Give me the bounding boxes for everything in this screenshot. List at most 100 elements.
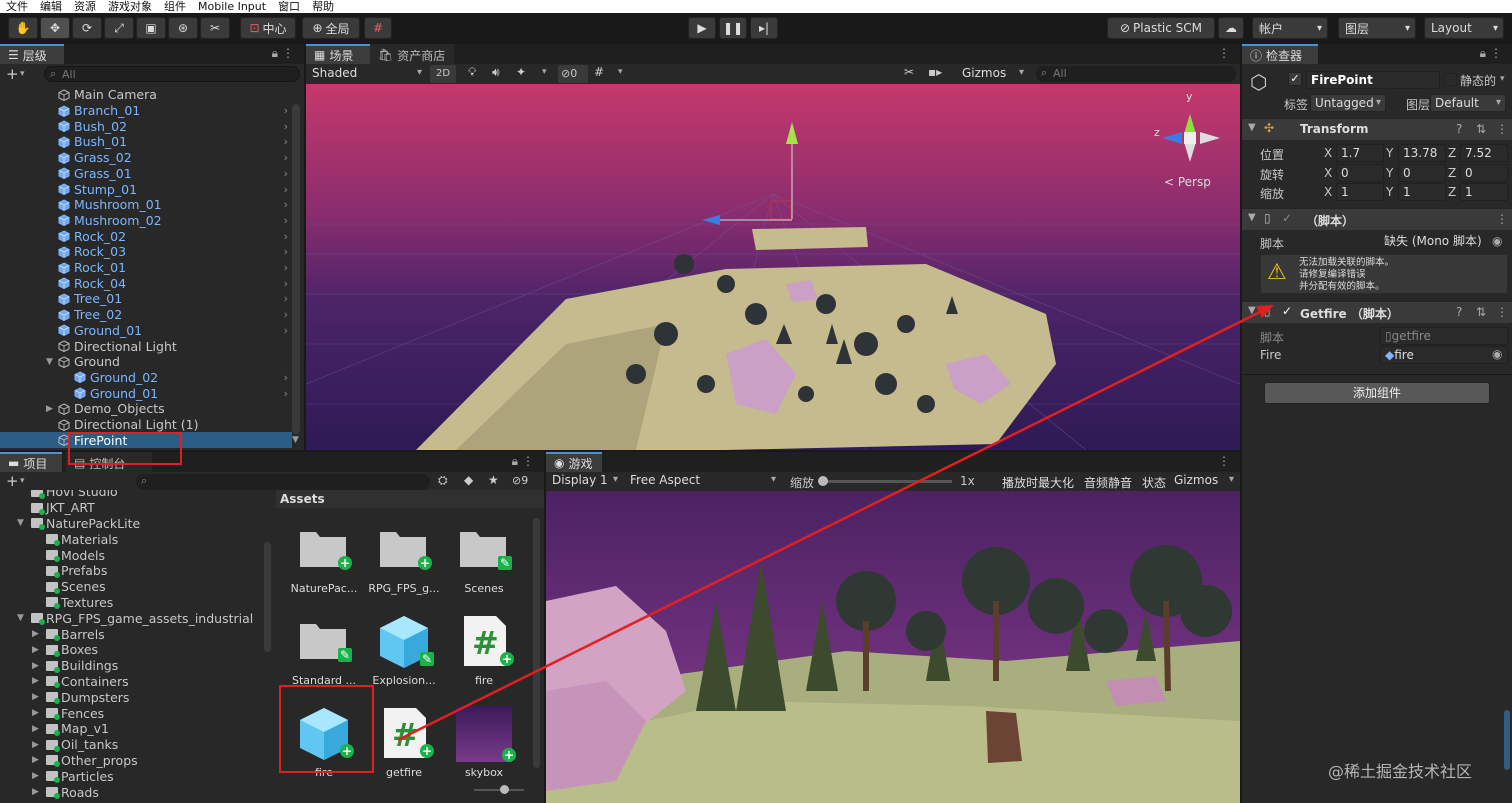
project-folder-item[interactable]: Textures xyxy=(0,595,266,611)
pivot-button[interactable]: ⊡ 中心 xyxy=(240,17,296,39)
tab-project[interactable]: ▬ 项目 xyxy=(0,452,62,472)
project-folder-item[interactable]: Scenes xyxy=(0,579,266,595)
project-folder-item[interactable]: ▶ Oil_tanks xyxy=(0,737,266,753)
hierarchy-item[interactable]: Tree_01 › xyxy=(0,291,292,307)
chevron-right-icon[interactable]: › xyxy=(284,292,288,305)
tab-asset-store[interactable]: 🛍︎ 资产商店 xyxy=(370,44,454,64)
scene-viewport[interactable]: y z < Persp xyxy=(306,84,1240,450)
foldout-open-icon[interactable]: ▼ xyxy=(46,357,53,367)
hierarchy-item[interactable]: Tree_02 › xyxy=(0,307,292,323)
scale-y-field[interactable]: 1 xyxy=(1398,183,1446,201)
more-options-icon[interactable]: ⋮ xyxy=(1496,122,1508,136)
hierarchy-item[interactable]: Ground_01 › xyxy=(0,385,292,401)
assets-scrollbar[interactable] xyxy=(533,518,540,768)
foldout-closed-icon[interactable]: ▶ xyxy=(32,724,39,734)
hierarchy-item[interactable]: Rock_01 › xyxy=(0,260,292,276)
pause-button[interactable]: ❚❚ xyxy=(719,17,747,39)
active-checkbox[interactable]: ✓ xyxy=(1288,72,1302,86)
global-button[interactable]: ⊕ 全局 xyxy=(302,17,360,39)
hierarchy-item[interactable]: Ground_02 › xyxy=(0,370,292,386)
axis-y-label[interactable]: Y xyxy=(1386,166,1393,180)
scroll-down-icon[interactable]: ▼ xyxy=(292,435,299,445)
chevron-right-icon[interactable]: › xyxy=(284,245,288,258)
project-folder-item[interactable]: ▼ RPG_FPS_game_assets_industrial xyxy=(0,610,266,626)
maximize-on-play-toggle[interactable]: 播放时最大化 xyxy=(1002,474,1074,491)
foldout-closed-icon[interactable]: ▶ xyxy=(32,755,39,765)
menu-item[interactable]: 文件 xyxy=(0,0,34,13)
menu-item[interactable]: 编辑 xyxy=(34,0,68,13)
scale-x-field[interactable]: 1 xyxy=(1336,183,1384,201)
chevron-right-icon[interactable]: › xyxy=(284,324,288,337)
more-options-icon[interactable]: ⋮ xyxy=(522,454,534,468)
scale-z-field[interactable]: 1 xyxy=(1460,183,1508,201)
add-component-button[interactable]: 添加组件 xyxy=(1264,382,1490,404)
project-folder-item[interactable]: ▶ Map_v1 xyxy=(0,721,266,737)
lock-icon[interactable]: 🔒︎ xyxy=(272,46,278,61)
foldout-closed-icon[interactable]: ▶ xyxy=(32,740,39,750)
hierarchy-item[interactable]: Bush_01 › xyxy=(0,134,292,150)
project-folder-item[interactable]: ▶ Boxes xyxy=(0,642,266,658)
grid-snap-button[interactable]: # xyxy=(364,17,392,39)
hierarchy-item[interactable]: Ground_01 › xyxy=(0,323,292,339)
enabled-check-icon[interactable]: ✓ xyxy=(1282,211,1292,225)
lock-icon[interactable]: 🔒︎ xyxy=(1480,46,1486,61)
project-folder-item[interactable]: ▶ Particles xyxy=(0,768,266,784)
project-tree-scrollbar[interactable] xyxy=(264,542,271,652)
asset-item[interactable]: ✎ Scenes xyxy=(444,520,524,600)
transform-header[interactable]: ▼ ✣ Transform ? ⇅ ⋮ xyxy=(1242,118,1512,140)
hierarchy-item[interactable]: Main Camera xyxy=(0,87,292,103)
gizmos-dropdown[interactable]: Gizmos xyxy=(958,65,1028,83)
tab-hierarchy[interactable]: ☰ 层级 xyxy=(0,44,64,64)
asset-item[interactable]: ✎ Standard ... xyxy=(284,612,364,692)
project-folder-item[interactable]: ▶ Buildings xyxy=(0,658,266,674)
menu-item[interactable]: Mobile Input xyxy=(192,0,272,13)
project-folder-item[interactable]: ▶ Other_props xyxy=(0,753,266,769)
persp-label[interactable]: < Persp xyxy=(1164,175,1211,189)
filter-label-icon[interactable]: ◆ xyxy=(464,473,473,487)
enabled-check-icon[interactable]: ✓ xyxy=(1282,304,1292,318)
layout-dropdown[interactable]: Layout ▾ xyxy=(1424,17,1504,39)
foldout-closed-icon[interactable]: ▶ xyxy=(32,661,39,671)
cloud-button[interactable]: ☁ xyxy=(1218,17,1244,39)
chevron-right-icon[interactable]: › xyxy=(284,230,288,243)
rotation-y-field[interactable]: 0 xyxy=(1398,164,1446,182)
position-x-field[interactable]: 1.7 xyxy=(1336,144,1384,162)
project-folder-item[interactable]: ▼ NaturePackLite xyxy=(0,516,266,532)
effects-icon[interactable]: ✦ xyxy=(516,65,526,79)
foldout-closed-icon[interactable]: ▶ xyxy=(32,692,39,702)
hierarchy-item[interactable]: Rock_04 › xyxy=(0,275,292,291)
chevron-down-icon[interactable]: ▾ xyxy=(20,476,25,486)
more-options-icon[interactable]: ⋮ xyxy=(1496,305,1508,319)
tab-inspector[interactable]: ⓘ 检查器 xyxy=(1242,44,1318,64)
tab-scene[interactable]: ▦ 场景 xyxy=(306,44,370,64)
favorite-icon[interactable]: ★ xyxy=(488,473,499,487)
chevron-right-icon[interactable]: › xyxy=(284,308,288,321)
more-options-icon[interactable]: ⋮ xyxy=(282,46,294,60)
mute-audio-toggle[interactable]: 音频静音 xyxy=(1084,474,1132,491)
add-icon[interactable]: + xyxy=(6,472,19,490)
more-options-icon[interactable]: ⋮ xyxy=(1218,454,1230,468)
scale-slider-handle[interactable] xyxy=(818,476,828,486)
chevron-right-icon[interactable]: › xyxy=(284,261,288,274)
chevron-right-icon[interactable]: › xyxy=(284,387,288,400)
chevron-down-icon[interactable]: ▾ xyxy=(1500,74,1505,84)
audio-icon[interactable]: 🔊︎ xyxy=(492,65,500,80)
more-options-icon[interactable]: ⋮ xyxy=(1218,46,1230,60)
foldout-closed-icon[interactable]: ▶ xyxy=(46,404,53,414)
hierarchy-item[interactable]: Grass_02 › xyxy=(0,150,292,166)
project-folder-item[interactable]: ▶ Dumpsters xyxy=(0,689,266,705)
hidden-packages-toggle[interactable]: ⊘9 xyxy=(512,474,528,487)
tab-game[interactable]: ◉ 游戏 xyxy=(546,452,602,472)
scale-tool-button[interactable]: ⤢ xyxy=(104,17,134,39)
2d-toggle[interactable]: 2D xyxy=(430,65,456,83)
project-folder-item[interactable]: Materials xyxy=(0,531,266,547)
preset-icon[interactable]: ⇅ xyxy=(1476,305,1486,319)
chevron-right-icon[interactable]: › xyxy=(284,198,288,211)
axis-y-label[interactable]: Y xyxy=(1386,185,1393,199)
account-dropdown[interactable]: 帐户 ▾ xyxy=(1252,17,1328,39)
hierarchy-item[interactable]: Bush_02 › xyxy=(0,118,292,134)
asset-item[interactable]: + NaturePac... xyxy=(284,520,364,600)
menu-item[interactable]: 游戏对象 xyxy=(102,0,158,13)
foldout-closed-icon[interactable]: ▶ xyxy=(32,629,39,639)
custom-tool-button[interactable]: ✂ xyxy=(200,17,230,39)
